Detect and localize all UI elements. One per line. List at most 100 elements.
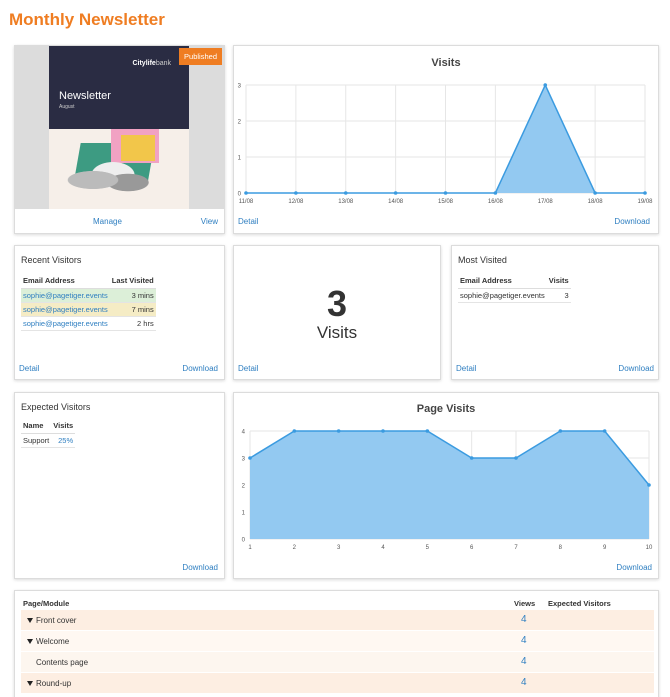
expected-visitors-download-link[interactable]: Download (182, 563, 218, 572)
data-point (643, 191, 647, 195)
module-name: Contents page (36, 658, 89, 667)
visits-detail-link[interactable]: Detail (238, 217, 258, 226)
data-point (292, 429, 297, 433)
module-name: Round-up (36, 679, 72, 688)
col-page-module: Page/Module (23, 599, 70, 608)
x-tick-label: 1 (248, 545, 252, 551)
most-visited-card: Most Visited Email Address Visits sophie… (451, 245, 659, 380)
decor-people-illustration (63, 155, 163, 205)
newsletter-title: Newsletter (59, 90, 111, 102)
table-row: sophie@pagetiger.events 7 mins (21, 302, 156, 317)
table-row: sophie@pagetiger.events 3 mins (21, 288, 156, 303)
page-title: Monthly Newsletter (9, 10, 165, 29)
visitor-last-visited: 2 hrs (109, 316, 156, 331)
visits-chart: 0 1 2 3 11/08 12/08 13/08 14/08 15/08 16/08 17/08 1… (238, 83, 653, 205)
expand-triangle-icon[interactable] (27, 639, 33, 644)
data-point (244, 191, 248, 195)
expected-visitor-visits[interactable]: 25% (51, 433, 76, 448)
most-visited-table: Email Address Visits sophie@pagetiger.ev… (458, 273, 571, 303)
visitor-email: sophie@pagetiger.events (458, 288, 547, 303)
data-point (248, 456, 252, 460)
most-visited-detail-link[interactable]: Detail (456, 364, 476, 373)
y-tick-label: 1 (242, 511, 246, 517)
total-visits-detail-link[interactable]: Detail (238, 364, 258, 373)
y-tick-label: 2 (242, 484, 246, 490)
data-point (336, 429, 341, 433)
x-tick-label: 7 (514, 545, 518, 551)
visitor-email[interactable]: sophie@pagetiger.events (21, 288, 110, 303)
page-visits-download-link[interactable]: Download (616, 563, 652, 572)
table-row: sophie@pagetiger.events 3 (458, 288, 571, 303)
visits-download-link[interactable]: Download (614, 217, 650, 226)
total-visits-label: Visits (316, 323, 358, 342)
data-point (593, 191, 597, 195)
expand-triangle-icon[interactable] (27, 618, 33, 623)
thumbnail-header: Citylifebank Newsletter August (49, 46, 189, 129)
total-visits-card: 3 Visits Detail (233, 245, 441, 380)
data-point (443, 191, 448, 195)
visitor-email[interactable]: sophie@pagetiger.events (21, 316, 110, 331)
y-tick-label: 4 (242, 430, 246, 436)
data-point (469, 456, 474, 460)
thumbnail-body (49, 129, 189, 209)
page-visits-chart: 012341 2 3 4 5 6 7 8 9 10 (242, 429, 653, 551)
recent-visitors-card: Recent Visitors Email Address Last Visit… (14, 245, 225, 380)
y-tick-label: 3 (238, 84, 242, 90)
x-tick-label: 6 (470, 545, 474, 551)
most-visited-download-link[interactable]: Download (618, 364, 654, 373)
x-tick-label: 5 (426, 545, 430, 551)
y-tick-label: 0 (238, 192, 242, 198)
x-tick-label: 17/08 (538, 199, 554, 205)
x-tick-label: 15/08 (438, 199, 454, 205)
module-views[interactable]: 4 (521, 614, 527, 625)
recent-visitors-download-link[interactable]: Download (182, 364, 218, 373)
newsletter-preview-card: Citylifebank Newsletter August Published… (14, 45, 225, 234)
x-tick-label: 14/08 (388, 199, 404, 205)
module-row-contents-page[interactable]: Contents page 4 (21, 652, 654, 673)
view-link[interactable]: View (201, 217, 218, 226)
data-point (425, 429, 430, 433)
module-row-front-cover[interactable]: Front cover 4 (21, 610, 654, 631)
table-row: Support 25% (21, 433, 76, 448)
x-tick-label: 2 (293, 545, 297, 551)
x-tick-label: 12/08 (288, 199, 304, 205)
module-row-welcome[interactable]: Welcome 4 (21, 631, 654, 652)
page-visits-chart-card: Page Visits 0 1 2 3 4 1 2 3 4 5 6 7 8 9 10 Download (233, 392, 659, 579)
recent-visitors-table: Email Address Last Visited sophie@pageti… (21, 273, 156, 331)
module-views[interactable]: 4 (521, 677, 527, 688)
table-row: sophie@pagetiger.events 2 hrs (21, 316, 156, 331)
data-point (514, 456, 518, 460)
brand-logo: Citylifebank (132, 60, 171, 67)
col-email-address: Email Address (458, 273, 547, 289)
module-views[interactable]: 4 (521, 635, 527, 646)
module-views[interactable]: 4 (521, 656, 527, 667)
x-tick-label: 11/08 (239, 199, 254, 205)
x-tick-label: 8 (559, 545, 563, 551)
expected-visitors-card: Expected Visitors Name Visits Support 25… (14, 392, 225, 579)
total-visits-number: 3 (326, 283, 348, 324)
manage-link[interactable]: Manage (93, 217, 122, 226)
expand-triangle-icon[interactable] (27, 681, 33, 686)
x-tick-label: 19/08 (637, 199, 653, 205)
published-badge: Published (179, 48, 222, 65)
col-visits: Visits (51, 418, 76, 434)
visitor-email[interactable]: sophie@pagetiger.events (21, 302, 110, 317)
data-point (543, 83, 548, 87)
data-point (381, 429, 385, 433)
y-tick-label: 0 (242, 538, 246, 544)
newsletter-thumbnail[interactable]: Citylifebank Newsletter August (49, 46, 189, 209)
visitor-last-visited: 7 mins (109, 302, 156, 317)
page-module-card: Page/Module Views Expected Visitors Fron… (14, 590, 659, 697)
x-tick-label: 3 (337, 545, 341, 551)
expected-visitor-name: Support (21, 433, 52, 448)
module-name: Front cover (36, 616, 77, 625)
recent-visitors-detail-link[interactable]: Detail (19, 364, 39, 373)
data-point (493, 191, 498, 195)
y-tick-label: 2 (238, 120, 242, 126)
module-row-round-up[interactable]: Round-up 4 (21, 673, 654, 694)
most-visited-title: Most Visited (458, 255, 507, 265)
data-point (602, 429, 607, 433)
page-visits-chart-title: Page Visits (416, 403, 476, 415)
expected-visitors-title: Expected Visitors (21, 402, 91, 412)
x-tick-label: 4 (381, 545, 385, 551)
